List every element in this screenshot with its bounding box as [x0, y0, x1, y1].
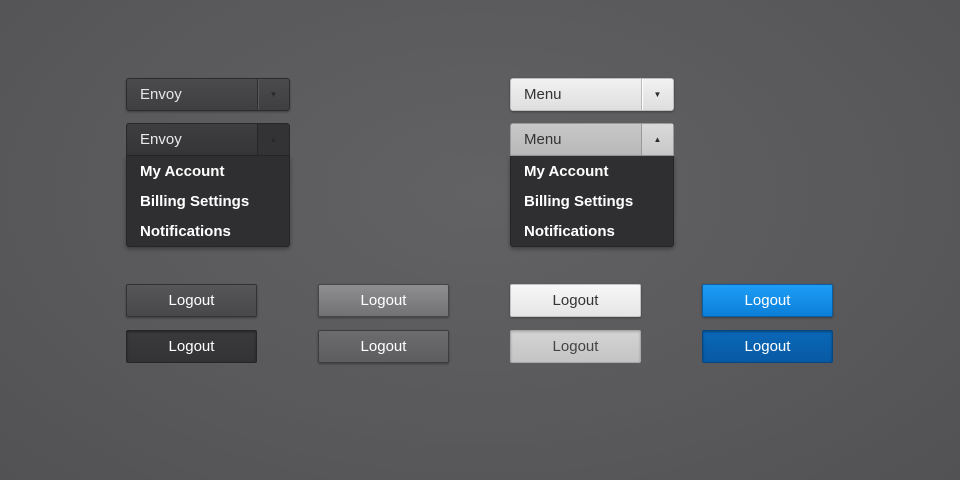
dropdown-label: Menu — [524, 86, 562, 103]
menu-item-notifications[interactable]: Notifications — [127, 216, 289, 246]
logout-button-light[interactable]: Logout — [510, 284, 641, 317]
menu-item-billing-settings[interactable]: Billing Settings — [511, 186, 673, 216]
envoy-dropdown-menu: My Account Billing Settings Notification… — [126, 156, 290, 247]
menu-item-billing-settings[interactable]: Billing Settings — [127, 186, 289, 216]
logout-button-light-pressed[interactable]: Logout — [510, 330, 641, 363]
caret-up-icon[interactable]: ▲ — [641, 124, 673, 155]
dropdown-label: Envoy — [140, 131, 182, 148]
logout-button-blue[interactable]: Logout — [702, 284, 833, 317]
logout-button-grey[interactable]: Logout — [318, 330, 449, 363]
dropdown-label: Menu — [524, 131, 562, 148]
caret-down-icon[interactable]: ▼ — [641, 79, 673, 110]
caret-up-icon[interactable]: ▲ — [257, 124, 289, 155]
dropdown-label: Envoy — [140, 86, 182, 103]
logout-button-dark-pressed[interactable]: Logout — [126, 330, 257, 363]
menu-item-my-account[interactable]: My Account — [511, 156, 673, 186]
menu-dropdown[interactable]: Menu ▼ — [510, 78, 674, 111]
caret-down-icon[interactable]: ▼ — [257, 79, 289, 110]
menu-item-notifications[interactable]: Notifications — [511, 216, 673, 246]
menu-item-my-account[interactable]: My Account — [127, 156, 289, 186]
envoy-dropdown-open[interactable]: Envoy ▲ — [126, 123, 290, 156]
envoy-dropdown[interactable]: Envoy ▼ — [126, 78, 290, 111]
menu-dropdown-open[interactable]: Menu ▲ — [510, 123, 674, 156]
logout-button-blue-pressed[interactable]: Logout — [702, 330, 833, 363]
logout-button-dark[interactable]: Logout — [126, 284, 257, 317]
logout-button-grey-hover[interactable]: Logout — [318, 284, 449, 317]
menu-dropdown-list: My Account Billing Settings Notification… — [510, 156, 674, 247]
